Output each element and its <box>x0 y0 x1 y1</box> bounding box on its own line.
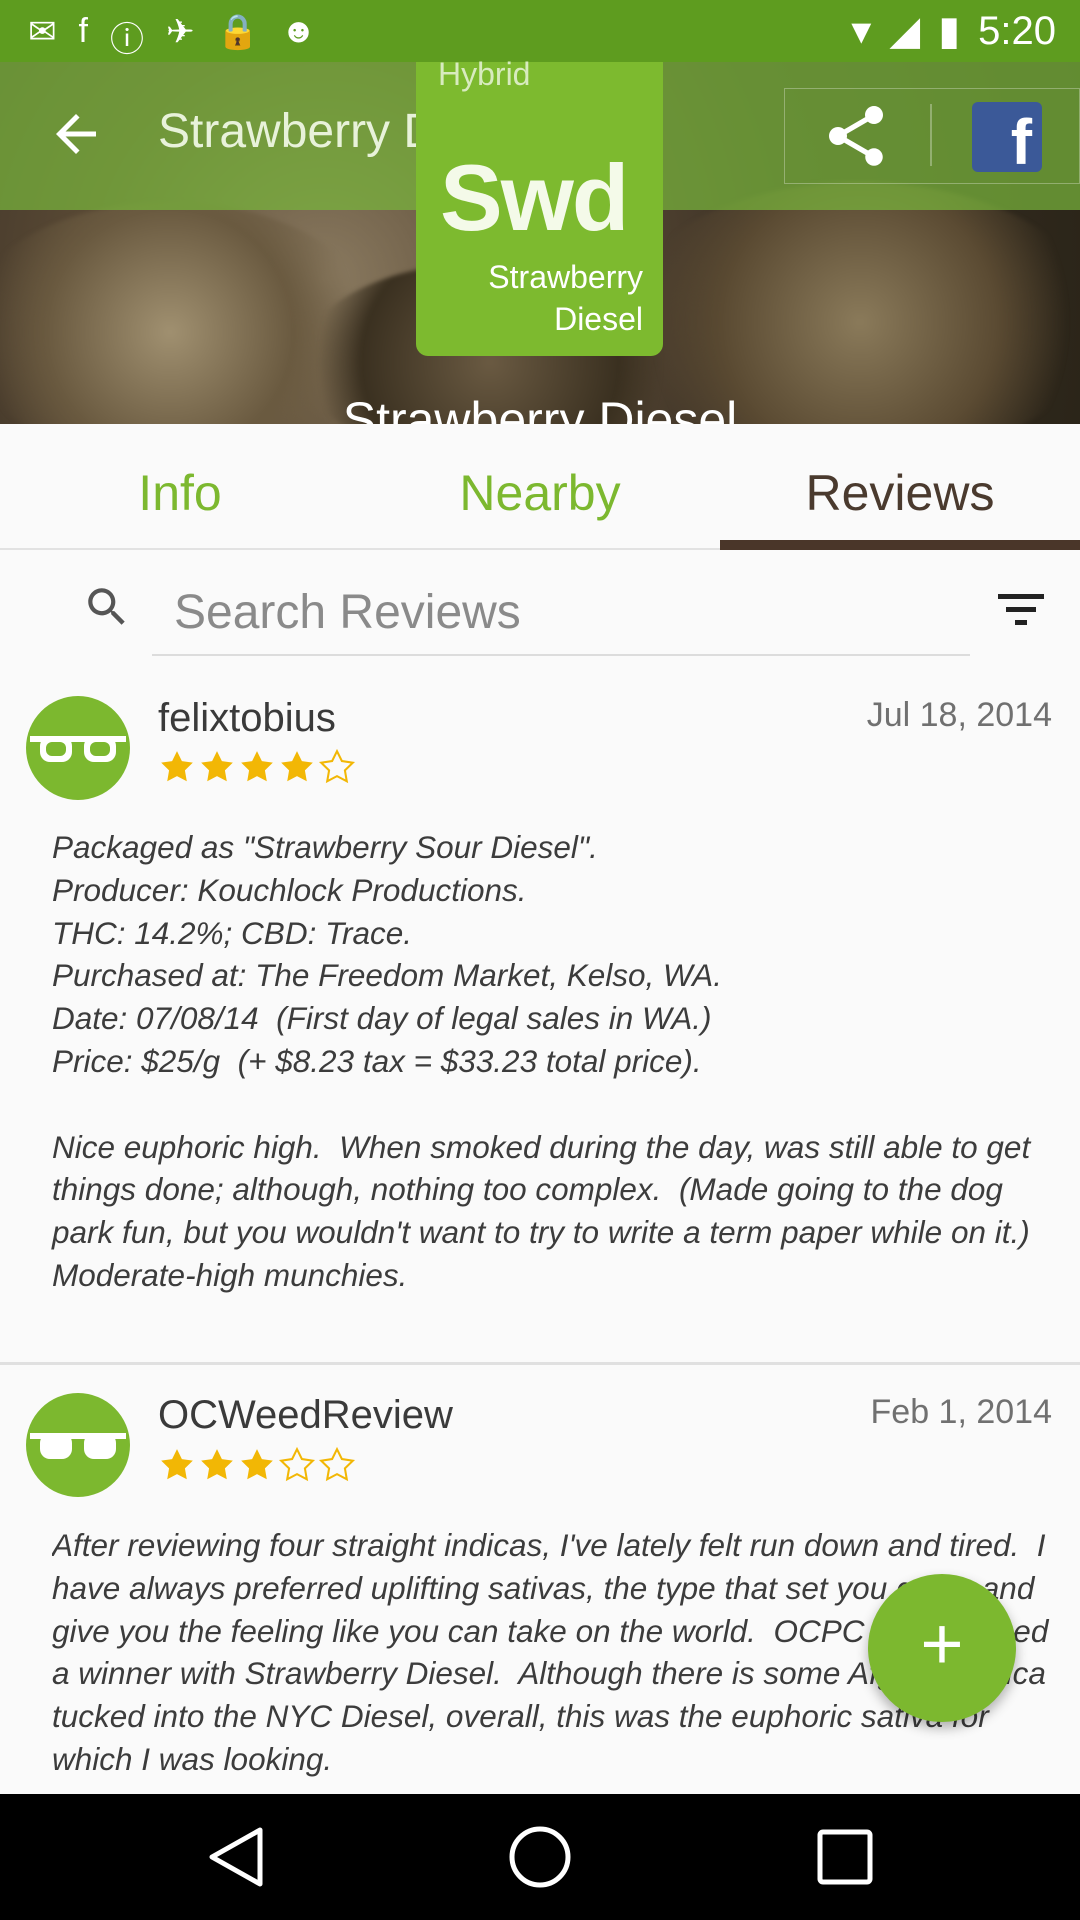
facebook-notification-icon: f <box>78 12 88 50</box>
strain-logo-name-line2: Diesel <box>554 301 643 337</box>
star-filled-icon <box>161 751 193 782</box>
star-empty-icon <box>318 1446 356 1482</box>
nav-recents-button[interactable] <box>810 1822 880 1892</box>
search-reviews-input[interactable] <box>152 570 970 656</box>
battery-icon: ▮ <box>938 9 961 53</box>
strain-logo-name: Strawberry Diesel <box>488 256 643 340</box>
avatar <box>26 696 130 800</box>
star-filled-icon <box>281 751 313 782</box>
status-bar: ✉ f ⓘ ✈ 🔒 ☻ ▾ ◢ ▮ 5:20 <box>0 0 1080 62</box>
star-filled-icon <box>201 751 233 782</box>
square-recents-icon <box>817 1829 873 1885</box>
hero-strain-name: Strawberry Diesel <box>342 392 738 424</box>
lock-notification-icon: 🔒 <box>216 13 259 51</box>
add-review-button[interactable]: + <box>868 1574 1016 1722</box>
star-filled-icon <box>201 1449 233 1480</box>
star-filled-icon <box>241 1449 273 1480</box>
status-time: 5:20 <box>978 8 1056 53</box>
satellite-notification-icon: ✈ <box>165 13 195 51</box>
tab-reviews[interactable]: Reviews <box>720 464 1080 522</box>
android-notification-icon: ☻ <box>280 12 317 50</box>
strain-logo-card: Hybrid Swd Strawberry Diesel <box>416 56 663 356</box>
wifi-icon: ▾ <box>851 9 872 53</box>
review-username[interactable]: felixtobius <box>158 696 336 741</box>
back-button[interactable] <box>46 104 106 164</box>
nav-back-button[interactable] <box>202 1822 272 1892</box>
review-text: Packaged as "Strawberry Sour Diesel". Pr… <box>52 829 1031 1293</box>
divider <box>930 104 932 166</box>
triangle-back-icon <box>209 1827 263 1887</box>
rating-stars <box>158 748 356 786</box>
star-empty-icon <box>318 748 356 784</box>
nav-home-button[interactable] <box>505 1822 575 1892</box>
filter-button[interactable] <box>996 590 1046 630</box>
strain-abbreviation: Swd <box>440 145 629 250</box>
rating-stars <box>158 1446 356 1484</box>
avatar <box>26 1393 130 1497</box>
strain-type-label: Hybrid <box>438 56 531 92</box>
facebook-icon: f <box>1010 106 1032 172</box>
system-nav-bar <box>0 1794 1080 1920</box>
tab-indicator <box>720 540 1080 550</box>
share-icon <box>829 106 883 166</box>
review-date: Feb 1, 2014 <box>870 1393 1052 1431</box>
strain-logo-name-line1: Strawberry <box>488 259 643 295</box>
search-icon <box>82 582 132 632</box>
review-username[interactable]: OCWeedReview <box>158 1393 453 1438</box>
star-filled-icon <box>241 751 273 782</box>
facebook-share-button[interactable]: f <box>972 102 1042 172</box>
tab-bar: Info Nearby Reviews <box>0 424 1080 550</box>
review-divider <box>0 1362 1080 1365</box>
tab-nearby[interactable]: Nearby <box>360 464 720 522</box>
signal-icon: ◢ <box>889 9 921 53</box>
plus-icon: + <box>920 1602 964 1685</box>
sunglasses-icon <box>30 1433 126 1459</box>
tab-info[interactable]: Info <box>0 464 360 522</box>
arrow-back-icon <box>56 114 96 154</box>
filter-icon <box>998 594 1044 625</box>
star-filled-icon <box>161 1449 193 1480</box>
review-date: Jul 18, 2014 <box>866 696 1052 734</box>
info-notification-icon: ⓘ <box>109 21 144 59</box>
sunglasses-icon <box>30 736 126 762</box>
mail-notification-icon: ✉ <box>28 13 57 51</box>
share-button[interactable] <box>820 100 892 172</box>
circle-home-icon <box>509 1826 571 1888</box>
star-empty-icon <box>278 1446 316 1482</box>
